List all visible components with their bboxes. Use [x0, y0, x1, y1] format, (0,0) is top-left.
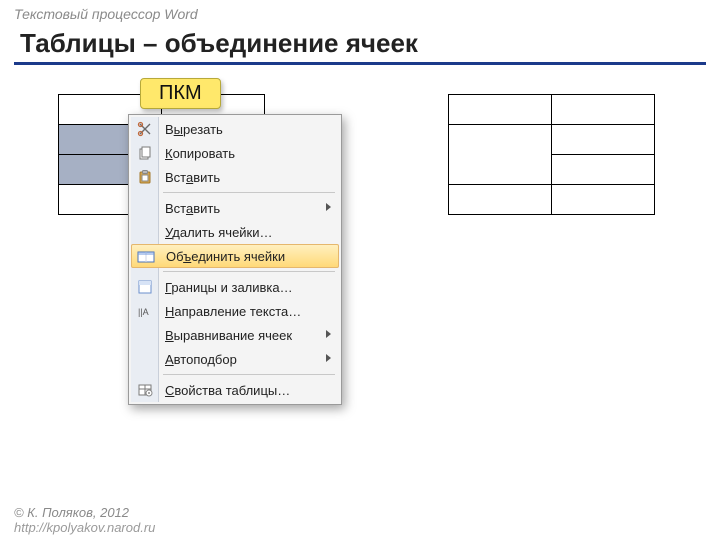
menu-label: Вырезать — [165, 122, 223, 137]
cell — [552, 155, 655, 185]
menu-insert[interactable]: Вставить — [131, 196, 339, 220]
table-properties-icon — [136, 381, 154, 399]
menu-separator — [163, 271, 335, 272]
menu-label: Копировать — [165, 146, 235, 161]
context-menu: Вырезать Копировать Вставить Вставить Уд… — [128, 114, 342, 405]
menu-borders-fill[interactable]: Границы и заливка… — [131, 275, 339, 299]
scissors-icon — [136, 120, 154, 138]
footer-copyright: © К. Поляков, 2012 — [14, 505, 155, 521]
menu-label: Границы и заливка… — [165, 280, 293, 295]
menu-merge-cells[interactable]: Объединить ячейки — [131, 244, 339, 268]
cell — [552, 95, 655, 125]
borders-icon — [136, 278, 154, 296]
chevron-right-icon — [326, 203, 331, 211]
menu-copy[interactable]: Копировать — [131, 141, 339, 165]
menu-label: Удалить ячейки… — [165, 225, 273, 240]
menu-label: Вставить — [165, 170, 220, 185]
result-table — [448, 94, 655, 215]
menu-paste[interactable]: Вставить — [131, 165, 339, 189]
rightclick-callout: ПКМ — [140, 78, 221, 109]
menu-delete-cells[interactable]: Удалить ячейки… — [131, 220, 339, 244]
merge-cells-icon — [137, 248, 155, 266]
app-subtitle: Текстовый процессор Word — [14, 6, 198, 22]
text-direction-icon: ||A — [136, 302, 154, 320]
paste-icon — [136, 168, 154, 186]
menu-label: Выравнивание ячеек — [165, 328, 292, 343]
cell — [552, 185, 655, 215]
cell-merged — [449, 125, 552, 185]
menu-separator — [163, 374, 335, 375]
menu-table-properties[interactable]: Свойства таблицы… — [131, 378, 339, 402]
menu-label: Вставить — [165, 201, 220, 216]
title-divider — [14, 62, 706, 65]
menu-cut[interactable]: Вырезать — [131, 117, 339, 141]
menu-label: Автоподбор — [165, 352, 237, 367]
menu-separator — [163, 192, 335, 193]
cell — [552, 125, 655, 155]
menu-label: Свойства таблицы… — [165, 383, 290, 398]
svg-text:||A: ||A — [138, 307, 149, 317]
footer: © К. Поляков, 2012 http://kpolyakov.naro… — [14, 505, 155, 536]
menu-text-direction[interactable]: ||A Направление текста… — [131, 299, 339, 323]
menu-cell-alignment[interactable]: Выравнивание ячеек — [131, 323, 339, 347]
menu-autofit[interactable]: Автоподбор — [131, 347, 339, 371]
copy-icon — [136, 144, 154, 162]
cell — [449, 95, 552, 125]
cell — [449, 185, 552, 215]
menu-label: Направление текста… — [165, 304, 301, 319]
footer-url: http://kpolyakov.narod.ru — [14, 520, 155, 536]
chevron-right-icon — [326, 330, 331, 338]
menu-label: Объединить ячейки — [166, 249, 285, 264]
page-title: Таблицы – объединение ячеек — [20, 28, 418, 59]
chevron-right-icon — [326, 354, 331, 362]
